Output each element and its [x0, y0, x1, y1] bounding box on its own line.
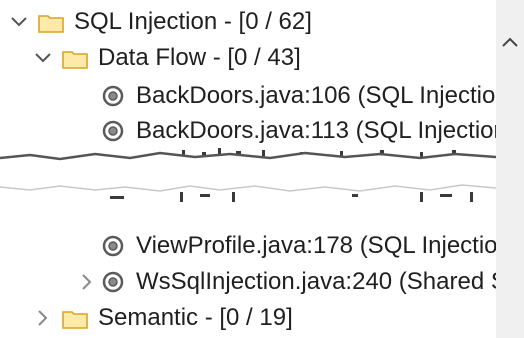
issue-target-icon — [102, 235, 124, 257]
tree-node-label: Data Flow - [0 / 43] — [98, 44, 301, 71]
folder-icon — [62, 48, 88, 69]
folder-icon — [62, 308, 88, 329]
chevron-down-icon[interactable] — [8, 11, 30, 33]
chevron-right-icon[interactable] — [32, 307, 54, 329]
chevron-down-icon[interactable] — [32, 47, 54, 69]
tree-leaf-label: ViewProfile.java:178 (SQL Injectior — [136, 232, 496, 259]
tree-leaf-label: BackDoors.java:106 (SQL Injection — [136, 82, 496, 109]
scroll-up-arrow-icon[interactable] — [502, 26, 518, 47]
tree-node-data-flow[interactable]: Data Flow - [0 / 43] — [32, 38, 301, 78]
chevron-right-icon[interactable] — [76, 271, 98, 293]
tree-leaf-issue[interactable]: BackDoors.java:106 (SQL Injection — [102, 76, 496, 116]
issue-target-icon — [102, 120, 124, 142]
tree-node-wssqlinjection[interactable]: WsSqlInjection.java:240 (Shared Si — [76, 262, 496, 302]
issues-tree: SQL Injection - [0 / 62] Data Flow - [0 … — [0, 0, 496, 338]
torn-edge-divider — [0, 148, 496, 202]
tree-node-sql-injection[interactable]: SQL Injection - [0 / 62] — [0, 2, 312, 42]
tree-leaf-label: WsSqlInjection.java:240 (Shared Si — [136, 268, 496, 295]
folder-icon — [38, 12, 64, 33]
tree-node-label: Semantic - [0 / 19] — [98, 304, 293, 331]
tree-leaf-label: BackDoors.java:113 (SQL Injection — [136, 117, 496, 144]
issue-target-icon — [102, 271, 124, 293]
vertical-scrollbar[interactable] — [496, 0, 524, 338]
tree-node-label: SQL Injection - [0 / 62] — [74, 8, 312, 35]
tree-leaf-issue[interactable]: ViewProfile.java:178 (SQL Injectior — [102, 226, 496, 266]
issue-target-icon — [102, 85, 124, 107]
tree-node-semantic[interactable]: Semantic - [0 / 19] — [32, 298, 293, 338]
